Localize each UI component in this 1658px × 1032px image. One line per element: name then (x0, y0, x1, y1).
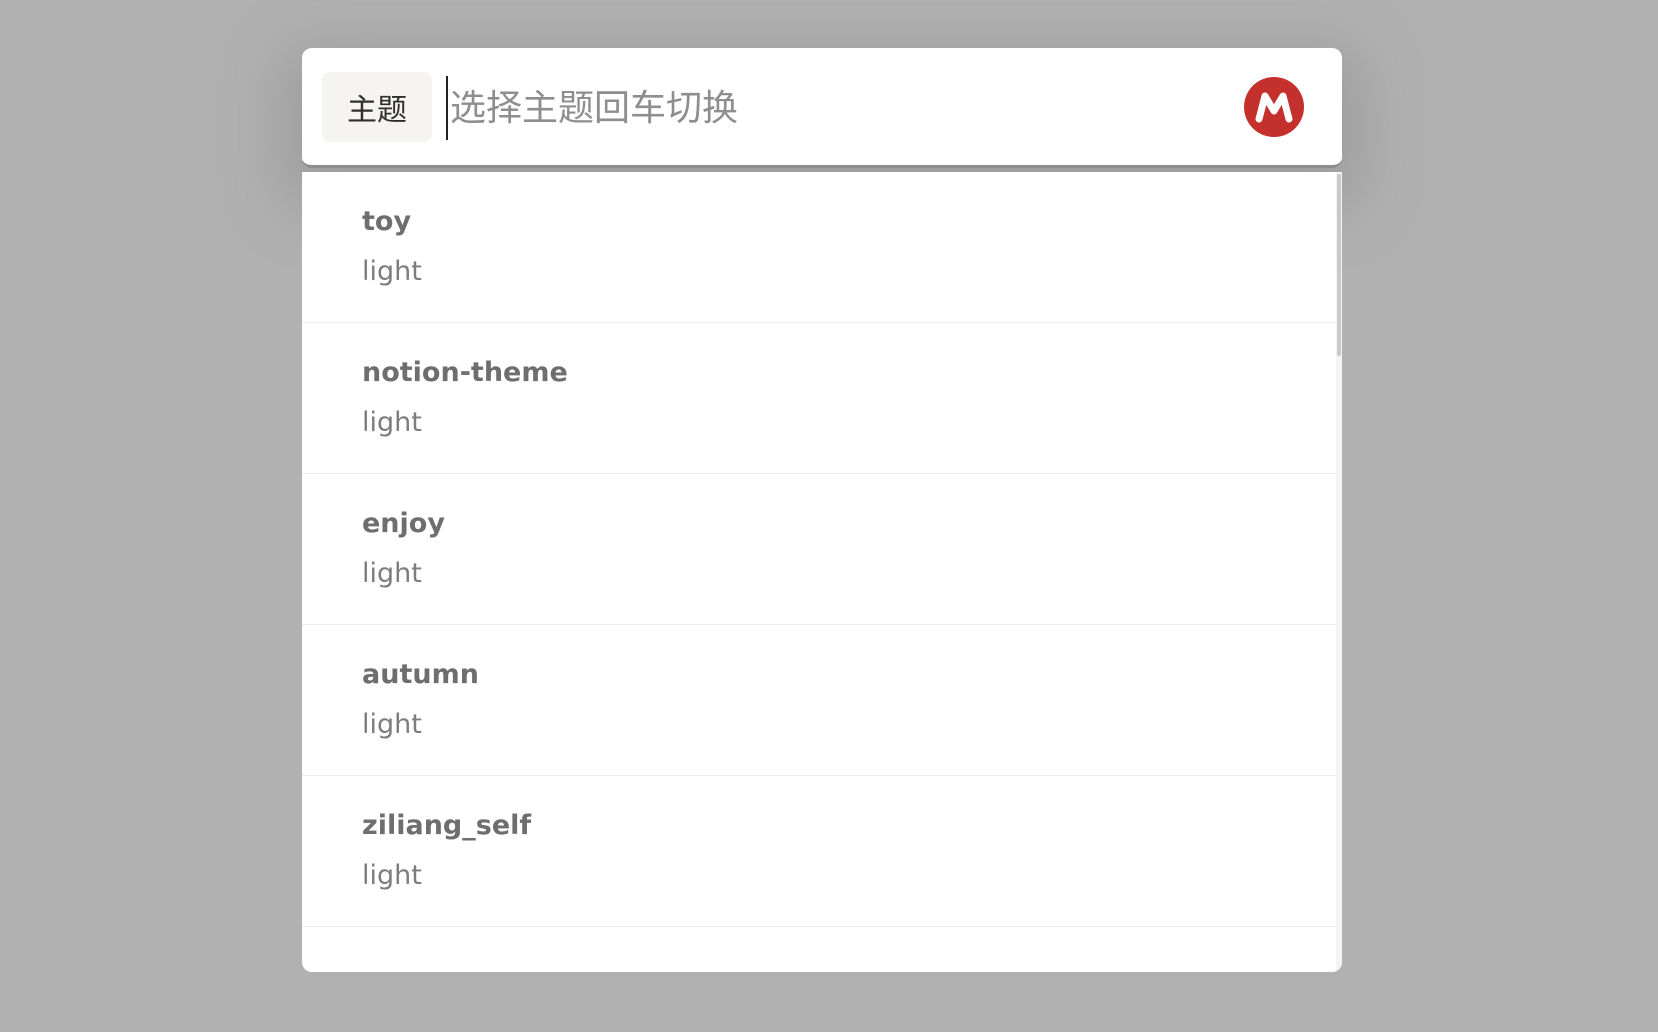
search-bar: 主题 (302, 48, 1342, 168)
result-item-partial[interactable] (302, 927, 1336, 972)
result-item-toy[interactable]: toy light (302, 172, 1336, 323)
m-logo-icon[interactable] (1244, 77, 1304, 137)
result-mode: light (362, 709, 422, 740)
result-name: autumn (362, 659, 479, 690)
result-item-ziliang-self[interactable]: ziliang_self light (302, 776, 1336, 927)
result-name: toy (362, 206, 412, 237)
scrollbar-thumb[interactable] (1337, 174, 1341, 356)
result-name: enjoy (362, 508, 445, 539)
result-mode: light (362, 860, 422, 891)
result-mode: light (362, 407, 422, 438)
theme-launcher: 主题 toy light notion-theme light enjoy li… (302, 48, 1342, 972)
result-name: notion-theme (362, 357, 568, 388)
scrollbar[interactable] (1336, 172, 1342, 972)
topic-tag[interactable]: 主题 (322, 72, 432, 142)
result-mode: light (362, 558, 422, 589)
result-list[interactable]: toy light notion-theme light enjoy light… (302, 172, 1336, 972)
result-item-autumn[interactable]: autumn light (302, 625, 1336, 776)
result-name: ziliang_self (362, 810, 532, 841)
search-input[interactable] (446, 76, 1166, 140)
result-mode: light (362, 256, 422, 287)
results-panel: toy light notion-theme light enjoy light… (302, 172, 1342, 972)
result-item-notion-theme[interactable]: notion-theme light (302, 323, 1336, 474)
result-item-enjoy[interactable]: enjoy light (302, 474, 1336, 625)
